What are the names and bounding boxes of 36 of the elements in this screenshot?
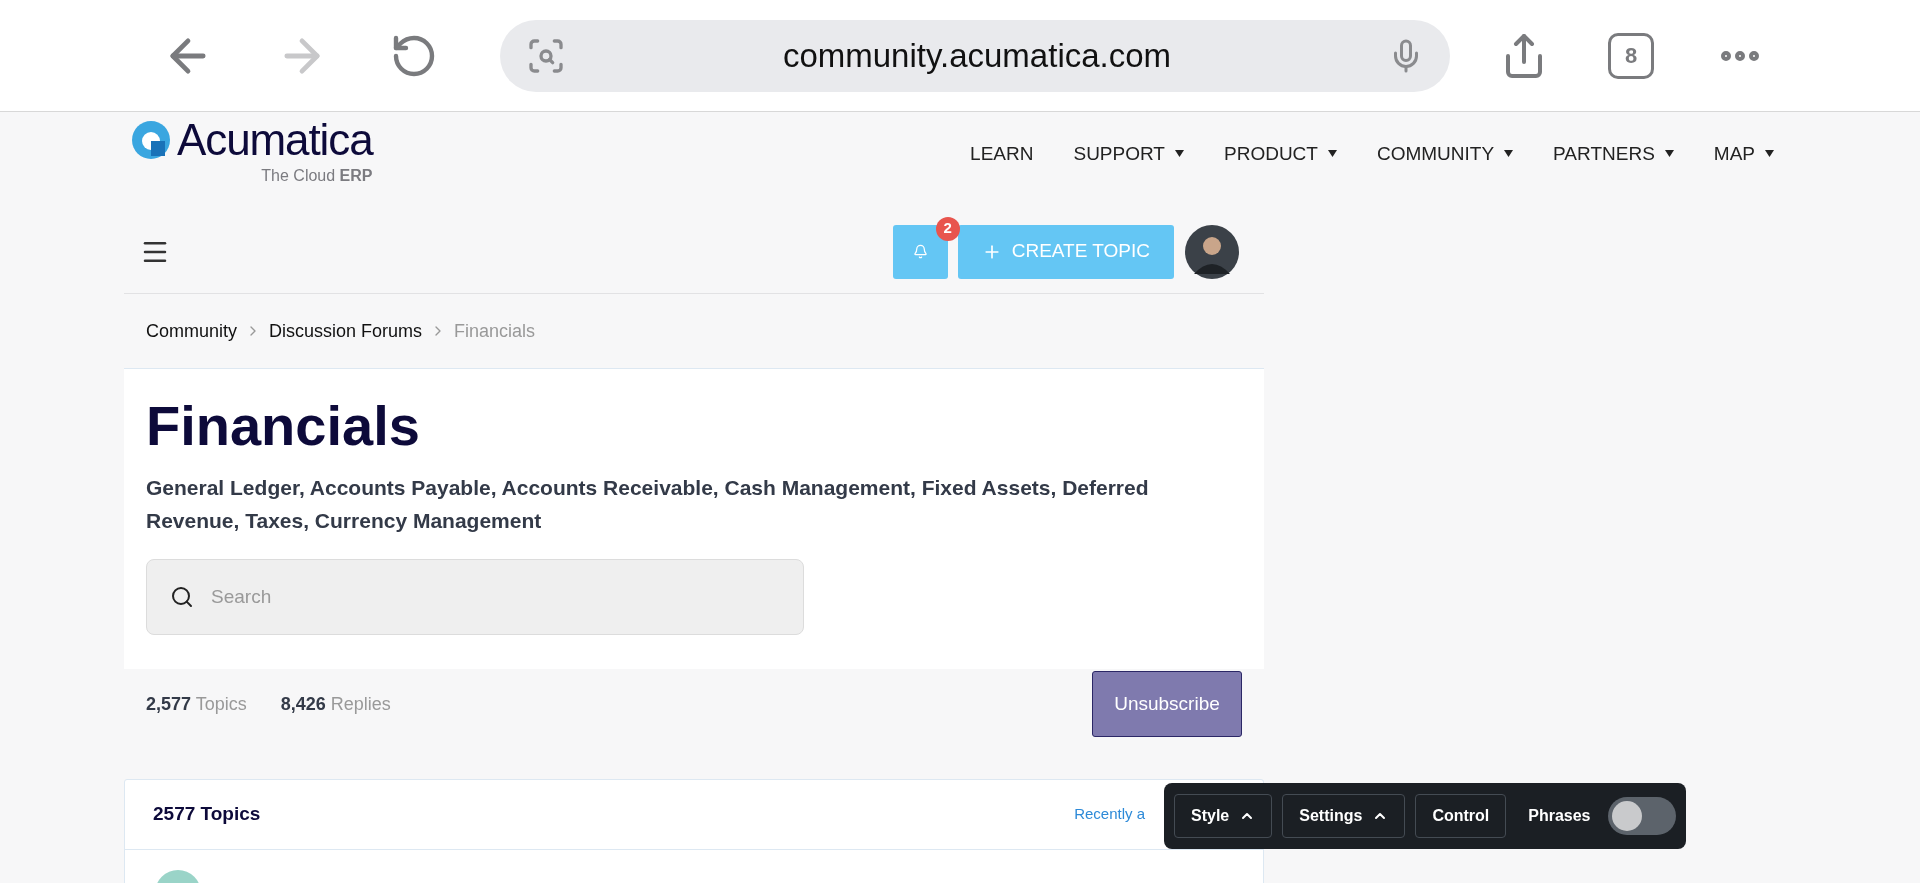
avatar[interactable] [1184, 223, 1240, 280]
logo-text[interactable]: Acumatica [177, 118, 373, 162]
forum-description: General Ledger, Accounts Payable, Accounts Receivable, Cash Management, Fixed Assets, Deferred Revenue, Taxes, Currency Management [146, 475, 1150, 534]
notification-badge: 2 [935, 216, 960, 241]
phrases-toggle[interactable] [1608, 797, 1676, 835]
nav-link[interactable]: LEARN [970, 140, 1034, 169]
dropdown-icon [1765, 150, 1774, 159]
toolbar-button[interactable]: Settings [1282, 794, 1406, 838]
stat-text: 8,426 Replies [280, 692, 391, 716]
dropdown-icon [1327, 150, 1337, 159]
address-bar[interactable]: community.acumatica.com [500, 19, 1450, 92]
unsubscribe-button[interactable]: Unsubscribe [1092, 671, 1242, 737]
toolbar-button[interactable]: Control [1415, 794, 1507, 838]
forum-title: Financials [146, 393, 421, 459]
nav-link[interactable]: PARTNERS [1553, 140, 1674, 169]
breadcrumb-link[interactable]: Community [146, 317, 238, 345]
tab-count[interactable]: 8 [1608, 32, 1654, 79]
sort-link[interactable]: Recently a [1074, 803, 1145, 826]
nav-link[interactable]: SUPPORT [1073, 140, 1184, 169]
breadcrumb-link[interactable]: Discussion Forums [269, 317, 423, 345]
dropdown-icon [1175, 150, 1184, 159]
dropdown-icon [1664, 150, 1674, 159]
nav-link[interactable]: PRODUCT [1224, 140, 1337, 169]
nav-link[interactable]: COMMUNITY [1376, 140, 1514, 169]
logo-icon [131, 120, 171, 160]
topics-heading: 2577 Topics [153, 802, 261, 827]
url-text: community.acumatica.com [781, 35, 1173, 76]
nav-link[interactable]: MAP [1713, 140, 1774, 169]
toggle-label: Phrases [1528, 806, 1591, 826]
stat-text: 2,577 Topics [146, 692, 247, 716]
search-icon [170, 585, 194, 609]
dropdown-icon [1504, 150, 1514, 159]
search-field[interactable]: Search [146, 559, 804, 635]
toolbar-button[interactable]: Style [1174, 794, 1273, 838]
logo-tagline: The Cloud ERP [261, 166, 373, 186]
bell-icon [912, 244, 928, 259]
